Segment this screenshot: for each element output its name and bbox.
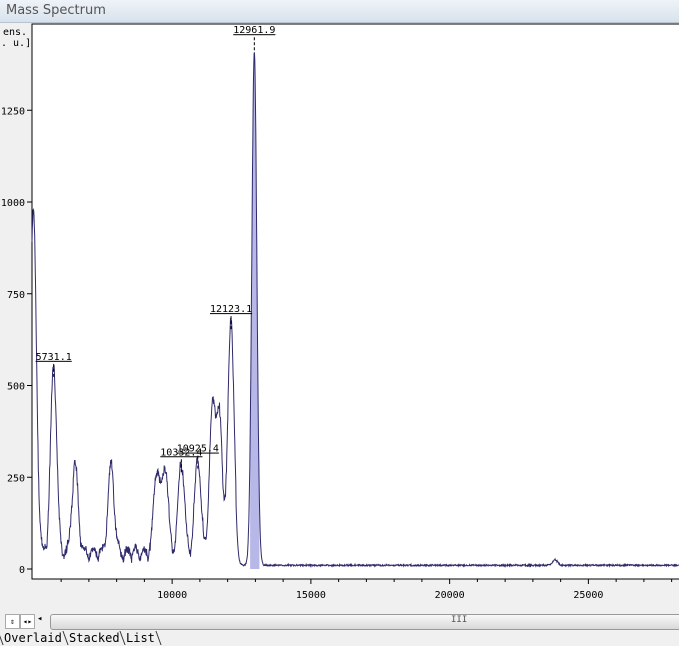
vertical-zoom-icon[interactable]: ⇕ [5, 614, 20, 629]
tab-overlaid[interactable]: Overlaid [0, 631, 67, 645]
y-tick-label: 500 [7, 382, 25, 393]
y-tick-label: 750 [7, 290, 25, 301]
tab-label: List [126, 631, 155, 645]
horizontal-scrollbar[interactable]: III [50, 614, 679, 630]
title-bar: Mass Spectrum [0, 0, 679, 23]
tab-label: Overlaid [4, 631, 62, 645]
tab-label: Stacked [69, 631, 120, 645]
x-tick-label: 25000 [573, 590, 603, 601]
window-title: Mass Spectrum [6, 3, 106, 18]
y-tick-label: 250 [7, 473, 25, 484]
y-label-line1: ens. [3, 27, 27, 38]
plot-area [32, 24, 679, 579]
y-label-line2: . u.] [1, 38, 31, 49]
y-tick-label: 0 [19, 565, 25, 576]
spectrum-chart: ens. . u.] 0 250 500 750 1000 1250 10000 15000 2… [0, 23, 679, 611]
horizontal-zoom-icon[interactable]: ◂▸ [20, 614, 35, 629]
view-tabs: Overlaid Stacked List [0, 631, 159, 645]
tab-list[interactable]: List [120, 631, 162, 645]
y-tick-label: 1250 [1, 106, 25, 117]
tab-stacked[interactable]: Stacked [62, 631, 125, 645]
peak-label: 12123.1 [210, 304, 252, 315]
y-tick-label: 1000 [1, 198, 25, 209]
peak-label: 12961.9 [233, 25, 275, 36]
peak-label: 5731.1 [36, 352, 72, 363]
x-tick-label: 20000 [435, 590, 465, 601]
scroll-grip[interactable]: III [451, 615, 467, 625]
x-tick-label: 10000 [157, 590, 187, 601]
peak-label: 10925.4 [177, 444, 219, 455]
scroll-left-icon[interactable]: ◂ [37, 614, 42, 624]
x-tick-label: 15000 [296, 590, 326, 601]
scroll-row: ⇕ ◂▸ ◂ III [0, 612, 679, 630]
